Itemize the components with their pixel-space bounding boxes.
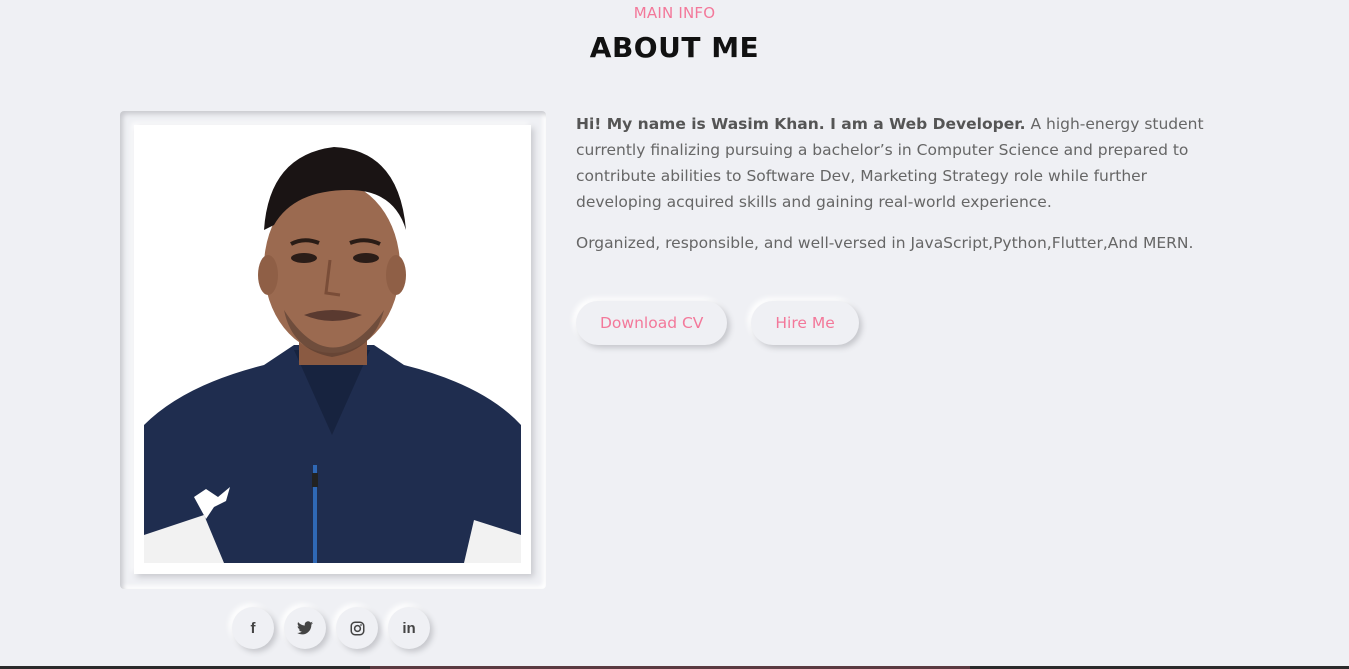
facebook-glyph: f <box>250 619 256 637</box>
twitter-glyph <box>297 621 313 635</box>
profile-photo <box>144 135 521 563</box>
instagram-glyph <box>350 621 364 635</box>
download-cv-button[interactable]: Download CV <box>576 301 728 345</box>
profile-photo-image <box>144 135 521 563</box>
twitter-icon[interactable] <box>284 607 326 649</box>
linkedin-icon[interactable]: in <box>388 607 430 649</box>
about-bio: Hi! My name is Wasim Khan. I am a Web De… <box>576 111 1236 256</box>
bio-skills: Organized, responsible, and well-versed … <box>576 234 1194 252</box>
linkedin-glyph: in <box>402 619 416 637</box>
section-subtitle: MAIN INFO <box>633 4 716 22</box>
hire-me-button[interactable]: Hire Me <box>751 301 859 345</box>
action-buttons: Download CV Hire Me <box>576 301 859 345</box>
bio-intro: Hi! My name is Wasim Khan. I am a Web De… <box>576 111 1236 215</box>
facebook-icon[interactable]: f <box>232 607 274 649</box>
profile-photo-frame <box>120 111 546 589</box>
social-links: f in <box>232 607 430 649</box>
profile-photo-card <box>134 125 531 574</box>
section-title: ABOUT ME <box>589 31 760 64</box>
instagram-icon[interactable] <box>336 607 378 649</box>
bio-intro-bold: Hi! My name is Wasim Khan. I am a Web De… <box>576 115 1026 133</box>
